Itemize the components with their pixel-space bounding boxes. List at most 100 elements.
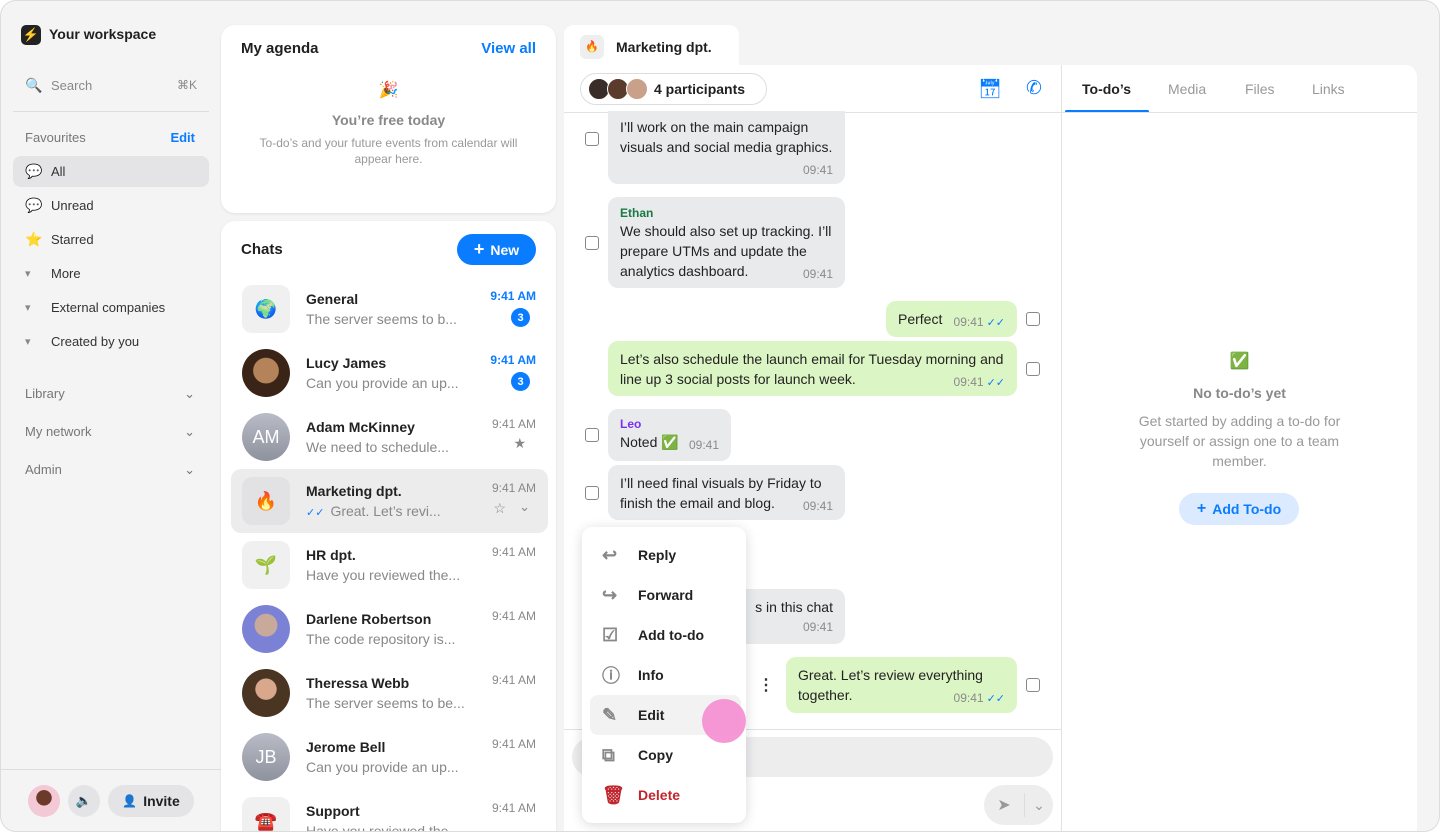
forward-icon: ↪ bbox=[602, 584, 618, 605]
message-checkbox[interactable] bbox=[585, 486, 599, 500]
calendar-add-icon[interactable]: 📅︎ bbox=[978, 77, 1002, 101]
chat-name: General bbox=[306, 291, 359, 307]
message-checkbox[interactable] bbox=[585, 132, 599, 146]
sidebar-item-more[interactable]: ▾ More bbox=[13, 258, 209, 289]
message-bubble[interactable]: I’ll need final visuals by Friday to fin… bbox=[608, 465, 845, 520]
message-bubble[interactable]: Great. Let’s review everything together.… bbox=[786, 657, 1017, 713]
fire-icon: 🔥 bbox=[580, 35, 604, 59]
seedling-icon: 🌱 bbox=[242, 541, 290, 589]
tab-links[interactable]: Links bbox=[1312, 81, 1345, 97]
sender-name: Ethan bbox=[620, 206, 654, 220]
sidebar-item-label: Starred bbox=[51, 232, 94, 247]
view-all-link[interactable]: View all bbox=[481, 40, 536, 57]
workspace-name[interactable]: Your workspace bbox=[49, 26, 156, 42]
chat-row-lucy-james[interactable]: Lucy James Can you provide an up... 9:41 A… bbox=[231, 341, 548, 405]
message-bubble[interactable]: Leo Noted ✅ 09:41 bbox=[608, 409, 731, 461]
chats-title: Chats bbox=[241, 241, 283, 258]
message-time: 09:41 bbox=[802, 499, 833, 513]
menu-label: Forward bbox=[638, 587, 694, 603]
section-my-network[interactable]: My network ⌄ bbox=[25, 424, 195, 440]
message-bubble[interactable]: Let’s also schedule the launch email for… bbox=[608, 341, 1017, 396]
menu-item-forward[interactable]: ↪ Forward bbox=[590, 575, 741, 615]
chat-row-theressa-webb[interactable]: Theressa Webb The server seems to be... 9:… bbox=[231, 661, 548, 725]
add-todo-button[interactable]: + Add To-do bbox=[1179, 493, 1299, 525]
message-checkbox[interactable] bbox=[1026, 312, 1040, 326]
edit-favourites-button[interactable]: Edit bbox=[170, 130, 195, 145]
sidebar-item-external-companies[interactable]: ▾ External companies bbox=[13, 292, 209, 323]
chat-preview: The server seems to b... bbox=[306, 311, 457, 327]
chat-row-general[interactable]: 🌍 General The server seems to b... 9:41 AM 3 bbox=[231, 277, 548, 341]
message-bubble[interactable]: I’ll work on the main campaign visuals a… bbox=[608, 111, 845, 184]
tab-files[interactable]: Files bbox=[1245, 81, 1275, 97]
participants-button[interactable]: 4 participants bbox=[580, 73, 767, 105]
chat-row-hr-dpt[interactable]: 🌱 HR dpt. Have you reviewed the... 9:41 AM bbox=[231, 533, 548, 597]
invite-button[interactable]: 👤 Invite bbox=[108, 785, 194, 817]
star-icon: ⭐ bbox=[25, 231, 43, 247]
sidebar-item-label: All bbox=[51, 164, 66, 179]
chevron-down-icon[interactable]: ⌄ bbox=[519, 499, 530, 515]
copy-icon: ⧉ bbox=[602, 744, 615, 765]
agenda-card: My agenda View all 🎉 You’re free today T… bbox=[221, 25, 556, 213]
sidebar-item-unread[interactable]: 💬 Unread bbox=[13, 190, 209, 221]
add-todo-label: Add To-do bbox=[1212, 501, 1282, 517]
message-checkbox[interactable] bbox=[585, 236, 599, 250]
sidebar-item-all[interactable]: 💬 All bbox=[13, 156, 209, 187]
chat-preview: Great. Let’s revi... bbox=[330, 503, 441, 519]
section-admin[interactable]: Admin ⌄ bbox=[25, 462, 195, 478]
message-checkbox[interactable] bbox=[1026, 362, 1040, 376]
chevron-down-icon[interactable]: ⌄ bbox=[1025, 797, 1053, 814]
star-outline-icon[interactable]: ☆ bbox=[493, 500, 506, 517]
chat-time: 9:41 AM bbox=[491, 481, 536, 495]
plus-icon: + bbox=[473, 239, 485, 259]
send-button[interactable]: ➤ ⌄ bbox=[984, 785, 1053, 825]
message-checkbox[interactable] bbox=[1026, 678, 1040, 692]
checklist-icon: ☑ bbox=[602, 624, 619, 645]
chat-time: 9:41 AM bbox=[491, 417, 536, 431]
unread-bubble-icon: 💬 bbox=[25, 197, 43, 213]
chat-preview: The code repository is... bbox=[306, 631, 456, 647]
section-library[interactable]: Library ⌄ bbox=[25, 386, 195, 402]
caret-down-icon: ▾ bbox=[25, 302, 31, 314]
chat-time: 9:41 AM bbox=[491, 673, 536, 687]
speaker-button[interactable]: 🔈 bbox=[68, 785, 100, 817]
phone-icon[interactable]: ✆ bbox=[1026, 77, 1042, 100]
more-options-icon[interactable]: ⋮ bbox=[758, 675, 774, 695]
message-bubble[interactable]: Ethan We should also set up tracking. I’l… bbox=[608, 197, 845, 288]
menu-item-info[interactable]: ⓘ Info bbox=[590, 655, 741, 695]
agenda-empty-title: You’re free today bbox=[331, 112, 446, 128]
chat-row-jerome-bell[interactable]: JB Jerome Bell Can you provide an up... 9:4… bbox=[231, 725, 548, 789]
chat-name: HR dpt. bbox=[306, 547, 356, 563]
pencil-icon: ✎ bbox=[602, 704, 618, 725]
menu-item-reply[interactable]: ↩ Reply bbox=[590, 535, 741, 575]
message-text: I’ll need final visuals by Friday to fin… bbox=[620, 475, 822, 511]
tab-marketing-dpt[interactable]: 🔥 Marketing dpt. bbox=[564, 25, 739, 69]
menu-item-add-todo[interactable]: ☑ Add to-do bbox=[590, 615, 741, 655]
tab-media[interactable]: Media bbox=[1168, 81, 1206, 97]
chat-time: 9:41 AM bbox=[491, 801, 536, 815]
sidebar-item-created-by-you[interactable]: ▾ Created by you bbox=[13, 326, 209, 357]
divider bbox=[1, 769, 221, 770]
message-checkbox[interactable] bbox=[585, 428, 599, 442]
new-chat-button[interactable]: + New bbox=[457, 234, 536, 265]
user-avatar[interactable] bbox=[28, 785, 60, 817]
chat-row-adam-mckinney[interactable]: AM Adam McKinney We need to schedule... 9:4… bbox=[231, 405, 548, 469]
chat-preview: Can you provide an up... bbox=[306, 759, 459, 775]
chat-row-darlene-robertson[interactable]: Darlene Robertson The code repository is.… bbox=[231, 597, 548, 661]
chat-name: Lucy James bbox=[306, 355, 387, 371]
search-button[interactable]: 🔍 Search ⌘K bbox=[25, 75, 197, 95]
chat-row-support[interactable]: ☎️ Support Have you reviewed the... 9:41 AM bbox=[231, 789, 548, 831]
sidebar-item-starred[interactable]: ⭐ Starred bbox=[13, 224, 209, 255]
sidebar-item-label: Created by you bbox=[51, 334, 140, 349]
message-bubble[interactable]: Perfect 09:41 ✓✓ bbox=[886, 301, 1017, 337]
menu-item-delete[interactable]: 🗑 Delete bbox=[590, 775, 741, 815]
caret-down-icon: ▾ bbox=[25, 268, 31, 280]
message-time: 09:41 bbox=[688, 438, 719, 452]
unread-badge: 3 bbox=[511, 372, 530, 391]
avatar: JB bbox=[242, 733, 290, 781]
tab-todos[interactable]: To-do’s bbox=[1082, 81, 1131, 97]
chat-name: Adam McKinney bbox=[306, 419, 415, 435]
check-mark-icon: ✅ bbox=[1229, 353, 1250, 370]
chat-row-marketing-dpt[interactable]: 🔥 Marketing dpt. ✓✓ Great. Let’s revi... 9:4… bbox=[231, 469, 548, 533]
favourites-header: Favourites Edit bbox=[25, 130, 195, 145]
workspace-logo-icon: ⚡ bbox=[21, 25, 41, 45]
